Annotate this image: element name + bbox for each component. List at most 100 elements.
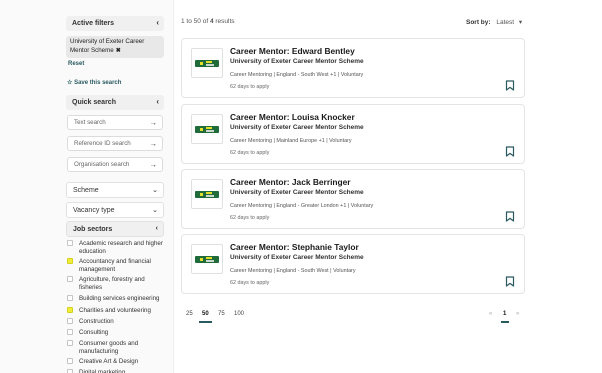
sector-checkbox[interactable] — [67, 369, 73, 373]
sector-checkbox[interactable] — [67, 258, 73, 264]
quick-search-header[interactable]: Quick search ‹ — [66, 95, 164, 110]
sector-checkbox[interactable] — [67, 340, 73, 346]
chevron-left-icon: ‹ — [155, 225, 158, 232]
sector-label: Consulting — [79, 329, 109, 336]
sector-label-cont: fisheries — [79, 284, 103, 291]
job-card[interactable]: Career Mentor: Stephanie Taylor Universit… — [181, 234, 525, 294]
chip-label-line1: University of Exeter Career — [70, 38, 145, 45]
active-filter-chip[interactable]: University of Exeter Career Mentor Schem… — [66, 36, 164, 58]
sector-label-cont: management — [79, 266, 116, 273]
job-card[interactable]: Career Mentor: Edward Bentley University … — [181, 38, 525, 98]
page-size-option[interactable]: 100 — [234, 311, 244, 317]
sector-label: Building services engineering — [79, 295, 160, 302]
job-sectors-dropdown[interactable]: Job sectors ‹ — [66, 221, 164, 237]
sector-label: Construction — [79, 318, 114, 325]
logo-mark — [195, 256, 219, 263]
sector-item[interactable]: Charities and volunteering — [67, 307, 167, 315]
chevron-down-icon: ⌄ — [152, 207, 158, 214]
reference-id-search-input[interactable]: Reference ID search → — [67, 136, 163, 151]
save-search-label: Save this search — [74, 80, 122, 86]
sector-label-cont: education — [79, 248, 106, 255]
sector-checkbox[interactable] — [67, 307, 73, 313]
sector-checkbox[interactable] — [67, 318, 73, 324]
pagination-prev[interactable]: « — [489, 311, 492, 317]
text-search-placeholder: Text search — [74, 119, 106, 126]
reset-filters-link[interactable]: Reset — [68, 61, 84, 67]
organisation-name: University of Exeter Career Mentor Schem… — [230, 189, 364, 196]
organisation-name: University of Exeter Career Mentor Schem… — [230, 124, 364, 131]
organisation-name: University of Exeter Career Mentor Schem… — [230, 254, 364, 261]
results-count: 1 to 50 of 4 results — [181, 18, 235, 25]
sector-item[interactable]: Digital marketing — [67, 369, 167, 373]
sector-item[interactable]: Academic research and higher education — [67, 240, 167, 256]
job-title[interactable]: Career Mentor: Jack Berringer — [230, 177, 351, 187]
chevron-left-icon: ‹ — [156, 97, 159, 106]
sector-checkbox[interactable] — [67, 276, 73, 282]
sector-label: Agriculture, forestry and — [79, 276, 145, 283]
sector-item[interactable]: Building services engineering — [67, 295, 167, 303]
vacancy-type-label: Vacancy type — [73, 206, 115, 214]
chevron-left-icon: ‹ — [156, 18, 159, 27]
save-search-link[interactable]: ☆ Save this search — [67, 79, 121, 86]
close-icon[interactable]: ✖ — [116, 47, 121, 54]
page-size-option[interactable]: 75 — [218, 311, 225, 317]
bookmark-icon[interactable] — [505, 146, 515, 157]
bookmark-icon[interactable] — [505, 276, 515, 287]
organisation-logo — [191, 114, 223, 144]
job-card[interactable]: Career Mentor: Jack Berringer University … — [181, 169, 525, 229]
vacancy-type-dropdown[interactable]: Vacancy type ⌄ — [66, 202, 164, 218]
sector-label: Charities and volunteering — [79, 307, 151, 314]
pagination-active-indicator — [501, 321, 509, 323]
sort-by-value: Latest — [496, 19, 515, 26]
sector-label-cont: manufacturing — [79, 348, 119, 355]
sector-checkbox[interactable] — [67, 240, 73, 246]
filters-sidebar: Active filters ‹ University of Exeter Ca… — [0, 0, 174, 373]
job-title[interactable]: Career Mentor: Edward Bentley — [230, 46, 355, 56]
results-range: 1 to 50 — [181, 18, 201, 25]
sort-by-label: Sort by: — [466, 19, 491, 26]
sector-label: Digital marketing — [79, 369, 126, 373]
arrow-right-icon[interactable]: → — [150, 160, 158, 169]
text-search-input[interactable]: Text search → — [67, 115, 163, 130]
deadline-text: 62 days to apply — [230, 280, 270, 286]
sector-checkbox[interactable] — [67, 358, 73, 364]
job-meta: Career Mentoring | England - South West … — [230, 268, 356, 274]
arrow-right-icon[interactable]: → — [150, 139, 158, 148]
job-card[interactable]: Career Mentor: Louisa Knocker University … — [181, 104, 525, 164]
sector-item[interactable]: Consumer goods and manufacturing — [67, 340, 167, 356]
sector-checkbox[interactable] — [67, 295, 73, 301]
sector-item[interactable]: Creative Art & Design — [67, 358, 167, 366]
star-icon: ☆ — [67, 80, 73, 86]
page-size-option[interactable]: 25 — [186, 311, 193, 317]
bookmark-icon[interactable] — [505, 80, 515, 91]
sector-label: Accountancy and financial — [79, 258, 151, 265]
sort-by-control[interactable]: Sort by: Latest ▾ — [466, 18, 522, 26]
results-suffix: results — [215, 18, 235, 25]
page-size-option[interactable]: 50 — [202, 311, 209, 317]
scheme-label: Scheme — [73, 186, 99, 194]
job-meta: Career Mentoring | England - Greater Lon… — [230, 203, 374, 209]
job-title[interactable]: Career Mentor: Stephanie Taylor — [230, 242, 359, 252]
logo-mark — [195, 191, 219, 198]
pagination-current[interactable]: 1 — [503, 311, 506, 317]
scheme-dropdown[interactable]: Scheme ⌄ — [66, 182, 164, 198]
arrow-right-icon[interactable]: → — [150, 118, 158, 127]
job-sectors-label: Job sectors — [73, 225, 113, 233]
results-of: of — [202, 18, 209, 25]
sector-item[interactable]: Agriculture, forestry and fisheries — [67, 276, 167, 292]
chevron-down-icon: ⌄ — [152, 187, 158, 194]
bookmark-icon[interactable] — [505, 211, 515, 222]
results-main: 1 to 50 of 4 results Sort by: Latest ▾ C… — [174, 0, 602, 373]
sector-item[interactable]: Construction — [67, 318, 167, 326]
job-title[interactable]: Career Mentor: Louisa Knocker — [230, 112, 355, 122]
organisation-search-placeholder: Organisation search — [74, 161, 130, 168]
pagination-next[interactable]: » — [516, 311, 519, 317]
sector-item[interactable]: Accountancy and financial management — [67, 258, 167, 274]
organisation-search-input[interactable]: Organisation search → — [67, 157, 163, 172]
reference-id-placeholder: Reference ID search — [74, 140, 131, 147]
sector-item[interactable]: Consulting — [67, 329, 167, 337]
active-filters-header[interactable]: Active filters ‹ — [66, 16, 164, 31]
page-size-active-indicator — [199, 321, 212, 323]
sector-checkbox[interactable] — [67, 329, 73, 335]
job-meta: Career Mentoring | England - South West … — [230, 72, 364, 78]
